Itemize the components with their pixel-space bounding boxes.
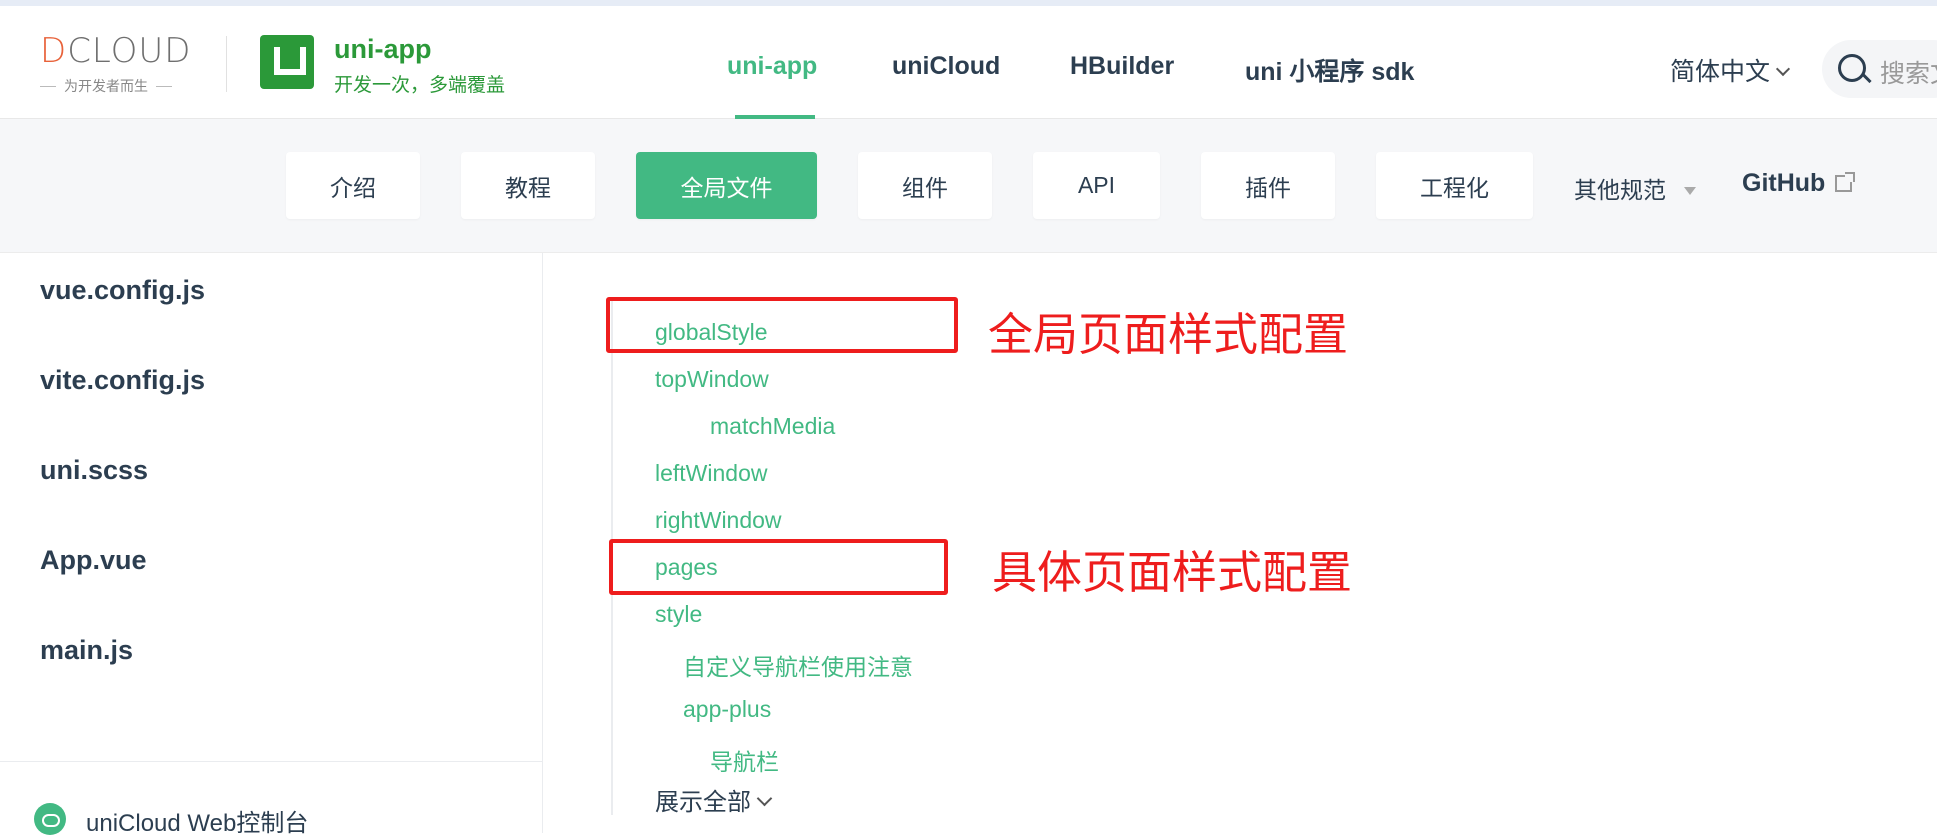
header-divider: [226, 36, 227, 92]
chevron-down-icon: [756, 790, 773, 807]
dcloud-wordmark-rest: CLOUD: [67, 31, 192, 71]
sidebar-divider: [0, 761, 542, 762]
tab-other-specs[interactable]: 其他规范: [1574, 171, 1696, 205]
external-link-icon: [1835, 172, 1856, 192]
sidebar-item-vite-config[interactable]: vite.config.js: [40, 365, 205, 396]
search-box[interactable]: 搜索文: [1822, 40, 1937, 98]
annotation-box-globalstyle: [606, 297, 958, 353]
sidebar-item-vue-config[interactable]: vue.config.js: [40, 275, 205, 306]
nav-hbuilder[interactable]: HBuilder: [1070, 52, 1174, 81]
tagline-line-left: [40, 85, 56, 87]
search-input[interactable]: 搜索文: [1880, 54, 1937, 90]
dcloud-wordmark: DCLOUD: [40, 34, 200, 68]
sub-nav-bar: 介绍 教程 全局文件 组件 API 插件 工程化 其他规范 GitHub: [0, 119, 1937, 253]
show-all-toggle[interactable]: 展示全部: [655, 782, 773, 817]
toc-item-navbar[interactable]: 导航栏: [710, 743, 779, 777]
dropdown-triangle-icon: [1684, 187, 1696, 195]
github-link[interactable]: GitHub: [1742, 169, 1856, 198]
tab-api[interactable]: API: [1033, 152, 1160, 219]
toc-item-app-plus[interactable]: app-plus: [683, 696, 771, 723]
sidebar-item-app-vue[interactable]: App.vue: [40, 545, 147, 576]
language-selector[interactable]: 简体中文: [1670, 52, 1791, 88]
tab-intro[interactable]: 介绍: [286, 152, 420, 219]
dcloud-logo[interactable]: DCLOUD 为开发者而生: [40, 34, 200, 96]
show-all-label: 展示全部: [655, 789, 751, 816]
toc-item-style[interactable]: style: [655, 601, 702, 628]
annotation-box-pages: [609, 539, 948, 595]
site-header: DCLOUD 为开发者而生 uni-app 开发一次，多端覆盖 uni-app …: [0, 6, 1937, 119]
product-subtitle: 开发一次，多端覆盖: [334, 75, 506, 96]
product-title[interactable]: uni-app: [334, 34, 431, 65]
tab-plugins[interactable]: 插件: [1201, 152, 1335, 219]
toc-item-custom-navbar-notes[interactable]: 自定义导航栏使用注意: [683, 648, 913, 682]
sidebar: vue.config.js vite.config.js uni.scss Ap…: [0, 253, 543, 837]
sidebar-item-main-js[interactable]: main.js: [40, 635, 133, 666]
annotation-global-style: 全局页面样式配置: [988, 309, 1349, 360]
nav-uni-miniprogram-sdk[interactable]: uni 小程序 sdk: [1245, 52, 1414, 88]
language-label: 简体中文: [1670, 58, 1771, 86]
tab-engineering[interactable]: 工程化: [1376, 152, 1533, 219]
annotation-page-style: 具体页面样式配置: [992, 547, 1353, 598]
nav-unicloud[interactable]: uniCloud: [892, 52, 1000, 81]
dcloud-wordmark-d: D: [40, 31, 68, 71]
toc-item-rightwindow[interactable]: rightWindow: [655, 507, 782, 534]
dcloud-tagline: 为开发者而生: [40, 76, 200, 96]
nav-uni-app[interactable]: uni-app: [727, 52, 817, 81]
cloud-icon: [34, 803, 66, 835]
chevron-down-icon: [1775, 61, 1791, 77]
tab-tutorial[interactable]: 教程: [461, 152, 595, 219]
uni-app-logo-icon[interactable]: [260, 35, 314, 89]
sidebar-item-uni-scss[interactable]: uni.scss: [40, 455, 148, 486]
tagline-line-right: [156, 85, 172, 87]
toc-item-leftwindow[interactable]: leftWindow: [655, 460, 767, 487]
github-label: GitHub: [1742, 169, 1826, 197]
toc-item-matchmedia[interactable]: matchMedia: [710, 413, 835, 440]
tab-components[interactable]: 组件: [858, 152, 992, 219]
tagline-text: 为开发者而生: [64, 78, 148, 94]
other-specs-label: 其他规范: [1574, 177, 1666, 203]
tab-global-files[interactable]: 全局文件: [636, 152, 817, 219]
toc-item-topwindow[interactable]: topWindow: [655, 366, 769, 393]
search-icon: [1838, 54, 1866, 82]
